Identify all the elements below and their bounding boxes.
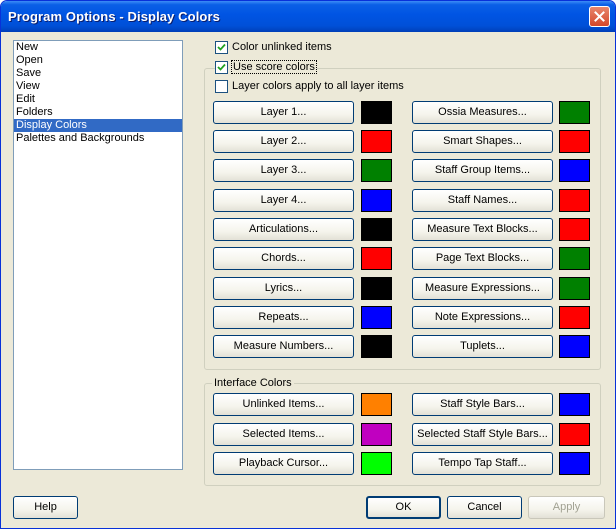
layer-3-swatch xyxy=(361,159,392,182)
lyrics-button[interactable]: Lyrics... xyxy=(213,277,354,300)
ossia-measures-swatch xyxy=(559,101,590,124)
layer-3-button[interactable]: Layer 3... xyxy=(213,159,354,182)
unlinked-items-swatch xyxy=(361,393,392,416)
interface-colors-title: Interface Colors xyxy=(212,377,294,390)
measure-numbers-button[interactable]: Measure Numbers... xyxy=(213,335,354,358)
category-item-display-colors[interactable]: Display Colors xyxy=(14,119,182,132)
title-bar[interactable]: Program Options - Display Colors xyxy=(1,1,615,32)
staff-style-bars-button[interactable]: Staff Style Bars... xyxy=(412,393,553,416)
measure-expressions-swatch xyxy=(559,277,590,300)
measure-expressions-button[interactable]: Measure Expressions... xyxy=(412,277,553,300)
unlinked-items-button[interactable]: Unlinked Items... xyxy=(213,393,354,416)
category-item-folders[interactable]: Folders xyxy=(14,106,182,119)
layer-1-swatch xyxy=(361,101,392,124)
ossia-measures-button[interactable]: Ossia Measures... xyxy=(412,101,553,124)
playback-cursor-button[interactable]: Playback Cursor... xyxy=(213,452,354,475)
layer-4-button[interactable]: Layer 4... xyxy=(213,189,354,212)
apply-button[interactable]: Apply xyxy=(528,496,605,519)
playback-cursor-swatch xyxy=(361,452,392,475)
page-text-blocks-button[interactable]: Page Text Blocks... xyxy=(412,247,553,270)
articulations-swatch xyxy=(361,218,392,241)
smart-shapes-button[interactable]: Smart Shapes... xyxy=(412,130,553,153)
selected-items-swatch xyxy=(361,423,392,446)
page-text-blocks-swatch xyxy=(559,247,590,270)
close-button[interactable] xyxy=(589,6,610,27)
layer-colors-all-label: Layer colors apply to all layer items xyxy=(232,80,404,92)
checkbox-box[interactable] xyxy=(215,80,228,93)
articulations-button[interactable]: Articulations... xyxy=(213,218,354,241)
tuplets-button[interactable]: Tuplets... xyxy=(412,335,553,358)
category-item-new[interactable]: New xyxy=(14,41,182,54)
color-unlinked-label: Color unlinked items xyxy=(232,41,332,53)
window-title: Program Options - Display Colors xyxy=(8,9,220,24)
repeats-button[interactable]: Repeats... xyxy=(213,306,354,329)
staff-group-items-swatch xyxy=(559,159,590,182)
layer-4-swatch xyxy=(361,189,392,212)
chords-swatch xyxy=(361,247,392,270)
layer-2-swatch xyxy=(361,130,392,153)
layer-1-button[interactable]: Layer 1... xyxy=(213,101,354,124)
chords-button[interactable]: Chords... xyxy=(213,247,354,270)
selected-staff-style-bars-button[interactable]: Selected Staff Style Bars... xyxy=(412,423,553,446)
smart-shapes-swatch xyxy=(559,130,590,153)
checkbox-box[interactable] xyxy=(215,61,228,74)
staff-names-swatch xyxy=(559,189,590,212)
category-item-open[interactable]: Open xyxy=(14,54,182,67)
checkbox-box[interactable] xyxy=(215,41,228,54)
measure-text-blocks-swatch xyxy=(559,218,590,241)
program-options-dialog: Program Options - Display Colors New Ope… xyxy=(0,0,616,529)
use-score-colors-label: Use score colors xyxy=(231,60,317,74)
use-score-colors-checkbox[interactable]: Use score colors xyxy=(215,60,317,75)
category-item-palettes[interactable]: Palettes and Backgrounds xyxy=(14,132,182,145)
check-icon xyxy=(217,63,226,71)
selected-staff-style-bars-swatch xyxy=(559,423,590,446)
category-item-edit[interactable]: Edit xyxy=(14,93,182,106)
staff-group-items-button[interactable]: Staff Group Items... xyxy=(412,159,553,182)
category-item-save[interactable]: Save xyxy=(14,67,182,80)
note-expressions-swatch xyxy=(559,306,590,329)
measure-numbers-swatch xyxy=(361,335,392,358)
selected-items-button[interactable]: Selected Items... xyxy=(213,423,354,446)
help-button[interactable]: Help xyxy=(13,496,78,519)
cancel-button[interactable]: Cancel xyxy=(447,496,522,519)
tempo-tap-staff-swatch xyxy=(559,452,590,475)
staff-style-bars-swatch xyxy=(559,393,590,416)
check-icon xyxy=(217,43,226,51)
tuplets-swatch xyxy=(559,335,590,358)
tempo-tap-staff-button[interactable]: Tempo Tap Staff... xyxy=(412,452,553,475)
close-icon xyxy=(594,11,605,22)
layer-2-button[interactable]: Layer 2... xyxy=(213,130,354,153)
category-listbox[interactable]: New Open Save View Edit Folders Display … xyxy=(13,40,183,470)
measure-text-blocks-button[interactable]: Measure Text Blocks... xyxy=(412,218,553,241)
repeats-swatch xyxy=(361,306,392,329)
lyrics-swatch xyxy=(361,277,392,300)
staff-names-button[interactable]: Staff Names... xyxy=(412,189,553,212)
note-expressions-button[interactable]: Note Expressions... xyxy=(412,306,553,329)
ok-button[interactable]: OK xyxy=(366,496,441,519)
category-item-view[interactable]: View xyxy=(14,80,182,93)
